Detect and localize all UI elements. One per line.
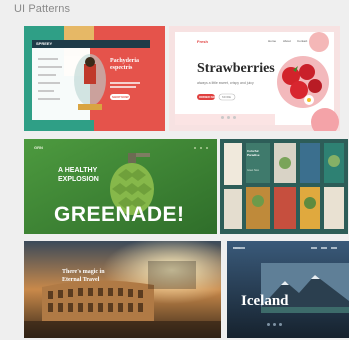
tile-background: [175, 32, 339, 131]
strawberries-illustration: [277, 56, 329, 108]
nav-item-about: About: [283, 39, 291, 43]
tile-logo: Fresh: [197, 39, 208, 44]
tile-heading-line1: There's magic in: [62, 269, 105, 275]
nav-item-contact: Contact: [297, 39, 308, 43]
tile-heading: Pachyderia espectris: [110, 58, 139, 71]
pattern-tile-strawberries[interactable]: Fresh Home About Contact Strawberries al…: [169, 26, 340, 131]
pattern-tile-product[interactable]: SPREEY Pachyderia espectris SHOP NOW: [24, 26, 165, 131]
tile-big-text: GREENADE!: [54, 203, 185, 226]
tile-logo: TRVL: [233, 246, 241, 250]
section-title: UI Patterns: [14, 3, 71, 15]
tile-heading-line2: EXPLOSION: [58, 176, 99, 183]
tile-background: [24, 241, 221, 338]
tile-heading-line2: Eternal Travel: [62, 277, 100, 283]
nav-item-home: Home: [268, 39, 277, 43]
tile-logo: GRN: [34, 145, 43, 150]
tile-subheading: always a little sweet, crispy and juicy: [197, 81, 254, 85]
tile-heading: Colorful Paradise: [247, 149, 260, 157]
tile-logo: SPREEY: [36, 41, 53, 46]
pattern-tile-iceland[interactable]: TRVL Iceland: [227, 241, 349, 338]
tile-background: [220, 139, 348, 234]
tile-heading-line1: A HEALTHY: [58, 167, 98, 174]
tile-button: SHOP NOW: [112, 95, 129, 99]
pattern-tile-greenade[interactable]: GRN A HEALTHY EXPLOSION GREENADE!: [24, 139, 217, 234]
tile-button: ORDER NOW: [199, 95, 218, 99]
pattern-tile-cards[interactable]: Colorful Paradise Greet Now: [220, 139, 348, 234]
pattern-tile-travel-rome[interactable]: There's magic in Eternal Travel: [24, 241, 221, 338]
colosseum-illustration: [42, 280, 154, 321]
tile-background: [227, 241, 349, 338]
tile-heading: Strawberries: [197, 61, 275, 76]
tile-button-secondary: MORE: [222, 95, 231, 99]
tile-subheading: Greet Now: [247, 169, 259, 172]
tile-heading: Iceland: [241, 293, 289, 309]
